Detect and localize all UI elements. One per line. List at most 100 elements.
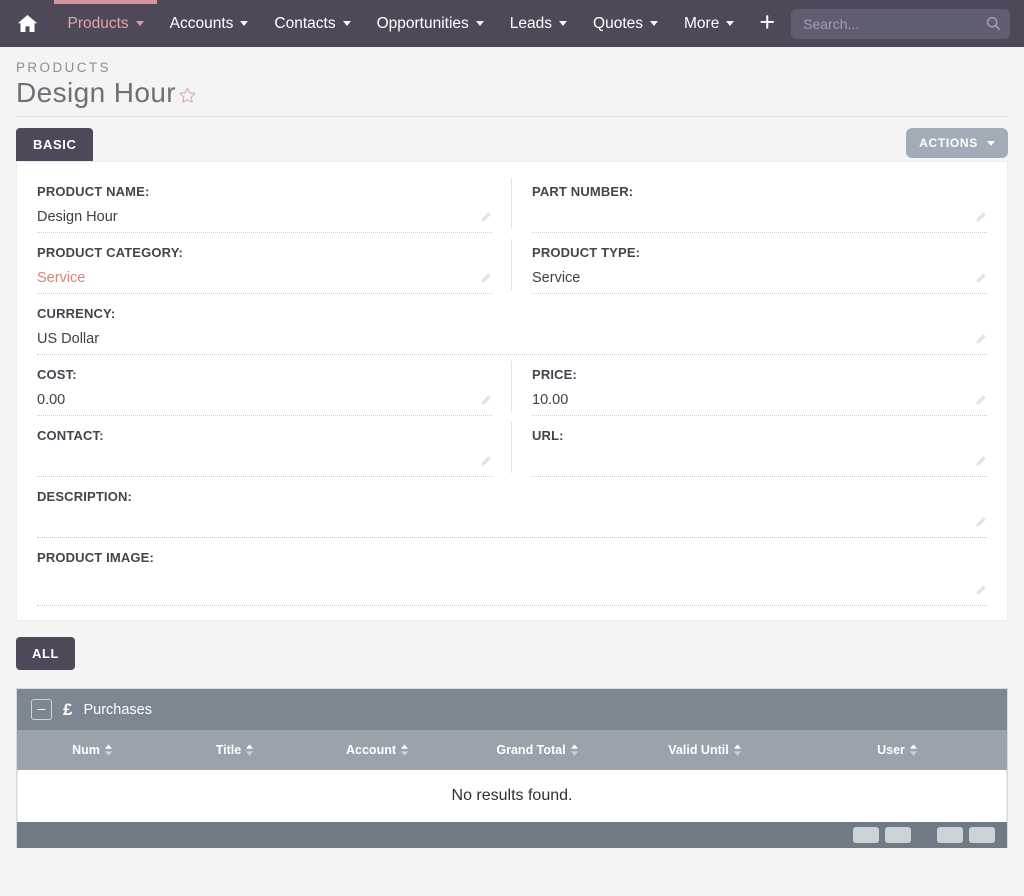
nav-item-quotes[interactable]: Quotes bbox=[580, 0, 671, 47]
collapse-toggle[interactable]: – bbox=[31, 699, 52, 720]
pencil-icon[interactable] bbox=[974, 394, 987, 410]
field-value: Design Hour bbox=[37, 209, 118, 225]
pencil-icon[interactable] bbox=[479, 394, 492, 410]
tab-all[interactable]: ALL bbox=[16, 637, 76, 670]
field-value-line: 0.00 bbox=[37, 391, 492, 416]
pagination-prev-button[interactable] bbox=[885, 827, 911, 843]
actions-button[interactable]: ACTIONS bbox=[906, 128, 1008, 158]
field-price: PRICE: 10.00 bbox=[512, 355, 1007, 416]
nav-item-label: Opportunities bbox=[376, 14, 469, 32]
column-label: Num bbox=[72, 743, 100, 757]
pencil-icon[interactable] bbox=[974, 516, 987, 532]
sort-icon bbox=[104, 744, 112, 756]
field-value-line bbox=[37, 452, 492, 477]
pagination-first-button[interactable] bbox=[853, 827, 879, 843]
field-label: PRODUCT NAME: bbox=[37, 184, 150, 199]
column-label: Title bbox=[215, 743, 242, 757]
pagination-next-button[interactable] bbox=[937, 827, 963, 843]
nav-item-contacts[interactable]: Contacts bbox=[261, 0, 363, 47]
field-value: US Dollar bbox=[37, 331, 100, 347]
home-icon[interactable] bbox=[0, 0, 54, 47]
field-value-link[interactable]: Service bbox=[37, 269, 85, 288]
pagination-last-button[interactable] bbox=[969, 827, 995, 843]
star-outline-icon[interactable] bbox=[178, 86, 197, 108]
pencil-icon[interactable] bbox=[974, 455, 987, 471]
field-product-category: PRODUCT CATEGORY: Service bbox=[17, 233, 512, 294]
nav-item-opportunities[interactable]: Opportunities bbox=[364, 0, 497, 47]
nav-item-label: More bbox=[684, 14, 720, 32]
page-title: Design Hour bbox=[16, 77, 177, 108]
nav-item-label: Products bbox=[67, 14, 129, 32]
pencil-icon[interactable] bbox=[974, 333, 987, 349]
pencil-icon[interactable] bbox=[479, 211, 492, 227]
empty-state-message: No results found. bbox=[451, 787, 573, 804]
field-value-line: Design Hour bbox=[37, 208, 492, 233]
column-header-grand-total[interactable]: Grand Total bbox=[452, 743, 622, 757]
nav-item-label: Quotes bbox=[593, 14, 644, 32]
field-label: PRODUCT IMAGE: bbox=[37, 550, 154, 565]
field-value-line: 10.00 bbox=[532, 391, 987, 416]
field-row: PRODUCT IMAGE: bbox=[17, 538, 1007, 606]
pencil-icon[interactable] bbox=[974, 211, 987, 227]
field-value-line bbox=[37, 574, 987, 606]
chevron-down-icon bbox=[726, 21, 735, 26]
field-value-line: US Dollar bbox=[37, 330, 987, 355]
field-cost: COST: 0.00 bbox=[17, 355, 512, 416]
field-label: CURRENCY: bbox=[37, 306, 116, 321]
field-row: PRODUCT NAME: Design Hour PART NUMBER: bbox=[17, 172, 1007, 233]
purchases-panel-title: Purchases bbox=[83, 701, 152, 718]
field-value: Service bbox=[532, 270, 581, 286]
sort-icon bbox=[909, 744, 917, 756]
actions-button-label: ACTIONS bbox=[919, 136, 978, 150]
page-header: PRODUCTS Design Hour bbox=[0, 47, 1024, 117]
tab-basic[interactable]: BASIC bbox=[16, 128, 94, 161]
breadcrumb[interactable]: PRODUCTS bbox=[16, 60, 1008, 75]
sort-icon bbox=[570, 744, 578, 756]
purchases-table-body: No results found. bbox=[17, 770, 1007, 822]
column-label: Grand Total bbox=[496, 743, 566, 757]
nav-item-products[interactable]: Products bbox=[54, 0, 157, 47]
field-value-line: Service bbox=[532, 269, 987, 294]
field-url: URL: bbox=[512, 416, 1007, 477]
column-header-title[interactable]: Title bbox=[167, 743, 302, 757]
field-label: PRODUCT TYPE: bbox=[532, 245, 641, 260]
pencil-icon[interactable] bbox=[974, 584, 987, 600]
field-row: CURRENCY: US Dollar bbox=[17, 294, 1007, 355]
field-row: CONTACT: URL: bbox=[17, 416, 1007, 477]
purchases-table-header: Num Title Account Grand Total Valid Unti… bbox=[17, 730, 1007, 770]
field-row: COST: 0.00 PRICE: 10.00 bbox=[17, 355, 1007, 416]
pencil-icon[interactable] bbox=[479, 272, 492, 288]
pencil-icon[interactable] bbox=[974, 272, 987, 288]
column-header-user[interactable]: User bbox=[787, 743, 1007, 757]
pound-icon: £ bbox=[63, 700, 73, 719]
search-input[interactable] bbox=[791, 8, 1010, 39]
field-label: COST: bbox=[37, 367, 77, 382]
field-label: PRICE: bbox=[532, 367, 577, 382]
column-header-account[interactable]: Account bbox=[302, 743, 452, 757]
field-label: URL: bbox=[532, 428, 564, 443]
nav-item-more[interactable]: More bbox=[671, 0, 747, 47]
field-contact: CONTACT: bbox=[17, 416, 512, 477]
column-header-valid-until[interactable]: Valid Until bbox=[622, 743, 787, 757]
pencil-icon[interactable] bbox=[479, 455, 492, 471]
relationship-tabstrip: ALL bbox=[0, 621, 1024, 670]
nav-item-label: Contacts bbox=[274, 14, 336, 32]
detail-tabstrip: BASIC ACTIONS bbox=[0, 117, 1024, 161]
field-product-name: PRODUCT NAME: Design Hour bbox=[17, 172, 512, 233]
nav-item-label: Accounts bbox=[169, 14, 234, 32]
field-value-line bbox=[532, 452, 987, 477]
nav-item-accounts[interactable]: Accounts bbox=[157, 0, 262, 47]
field-part-number: PART NUMBER: bbox=[512, 172, 1007, 233]
chevron-down-icon bbox=[650, 21, 659, 26]
column-header-num[interactable]: Num bbox=[17, 743, 167, 757]
field-description: DESCRIPTION: bbox=[17, 477, 1007, 538]
field-label: DESCRIPTION: bbox=[37, 489, 132, 504]
sort-icon bbox=[246, 744, 254, 756]
field-product-type: PRODUCT TYPE: Service bbox=[512, 233, 1007, 294]
field-value: 0.00 bbox=[37, 392, 66, 408]
nav-item-leads[interactable]: Leads bbox=[497, 0, 580, 47]
field-currency: CURRENCY: US Dollar bbox=[17, 294, 1007, 355]
add-new-button[interactable]: + bbox=[747, 0, 787, 47]
sort-icon bbox=[401, 744, 408, 756]
sort-icon bbox=[733, 744, 741, 756]
